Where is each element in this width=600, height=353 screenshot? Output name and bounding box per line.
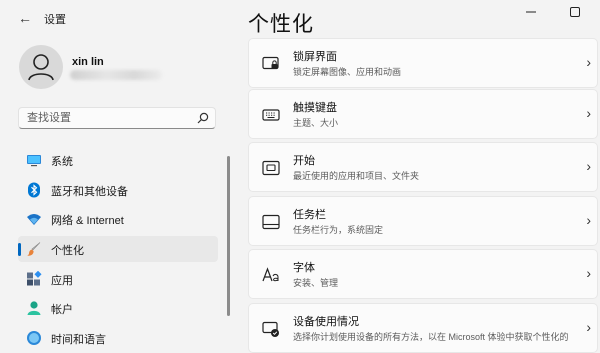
minimize-icon — [526, 11, 536, 13]
sidebar-item-label: 时间和语言 — [51, 334, 106, 346]
chevron-right-icon: › — [586, 158, 591, 174]
chevron-right-icon: › — [586, 105, 591, 121]
page-title: 个性化 — [248, 13, 314, 36]
sidebar-item-label: 个性化 — [51, 245, 84, 257]
card-description: 选择你计划使用设备的所有方法，以在 Microsoft 体验中获取个性化的 — [293, 332, 569, 342]
sidebar-item-label: 蓝牙和其他设备 — [51, 186, 128, 198]
user-name: xin lin — [72, 56, 104, 68]
chevron-right-icon: › — [586, 212, 591, 228]
settings-card-start[interactable]: 开始 最近使用的应用和项目、文件夹 › — [248, 142, 598, 192]
card-description: 锁定屏幕图像、应用和动画 — [293, 67, 402, 77]
maximize-icon — [570, 7, 580, 17]
sidebar-item-label: 帐户 — [51, 304, 73, 316]
card-description: 安装、管理 — [293, 278, 339, 288]
avatar[interactable] — [19, 45, 63, 89]
maximize-button[interactable] — [564, 4, 586, 22]
back-button[interactable]: ← — [14, 8, 36, 28]
sidebar-item-label: 系统 — [51, 156, 73, 168]
account-icon — [27, 301, 41, 315]
card-title: 触摸键盘 — [293, 102, 337, 114]
app-title: 设置 — [44, 14, 66, 26]
back-arrow-icon: ← — [18, 10, 32, 26]
taskbar-icon — [262, 214, 280, 230]
lock-screen-icon — [262, 56, 279, 70]
sidebar-item-accounts[interactable]: 帐户 — [18, 295, 218, 321]
card-description: 最近使用的应用和项目、文件夹 — [293, 171, 420, 181]
brush-icon — [27, 242, 41, 256]
minimize-button[interactable] — [520, 4, 542, 22]
sidebar-item-time-language[interactable]: 时间和语言 — [18, 325, 218, 351]
sidebar-item-network[interactable]: 网络 & Internet — [18, 206, 218, 232]
monitor-icon — [27, 155, 41, 167]
card-description: 主题、大小 — [293, 118, 339, 128]
start-icon — [262, 160, 280, 176]
globe-clock-icon — [27, 331, 41, 345]
device-usage-icon — [262, 321, 279, 337]
search-box[interactable] — [18, 107, 216, 129]
settings-card-touch-keyboard[interactable]: 触摸键盘 主题、大小 › — [248, 89, 598, 139]
sidebar-item-system[interactable]: 系统 — [18, 147, 218, 173]
card-title: 锁屏界面 — [293, 51, 337, 63]
sidebar-item-bluetooth[interactable]: 蓝牙和其他设备 — [18, 177, 218, 203]
search-icon[interactable] — [196, 111, 210, 125]
card-title: 开始 — [293, 155, 315, 167]
chevron-right-icon: › — [586, 319, 591, 335]
fonts-icon — [262, 267, 279, 282]
settings-card-lock-screen[interactable]: 锁屏界面 锁定屏幕图像、应用和动画 › — [248, 38, 598, 88]
card-title: 字体 — [293, 262, 315, 274]
card-title: 任务栏 — [293, 209, 326, 221]
settings-card-taskbar[interactable]: 任务栏 任务栏行为，系统固定 › — [248, 196, 598, 246]
settings-card-fonts[interactable]: 字体 安装、管理 › — [248, 249, 598, 299]
chevron-right-icon: › — [586, 265, 591, 281]
wifi-icon — [27, 214, 41, 225]
settings-card-device-usage[interactable]: 设备使用情况 选择你计划使用设备的所有方法，以在 Microsoft 体验中获取… — [248, 303, 598, 353]
keyboard-icon — [262, 109, 280, 121]
apps-icon — [27, 271, 42, 286]
sidebar-scrollbar[interactable] — [227, 156, 230, 316]
sidebar-item-apps[interactable]: 应用 — [18, 266, 218, 292]
search-input[interactable] — [27, 110, 187, 126]
sidebar-item-label: 网络 & Internet — [51, 215, 124, 227]
bluetooth-icon — [28, 182, 40, 198]
user-email-redacted — [70, 70, 162, 80]
person-icon — [28, 54, 54, 81]
chevron-right-icon: › — [586, 54, 591, 70]
card-title: 设备使用情况 — [293, 316, 359, 328]
selection-indicator — [18, 243, 21, 256]
sidebar-item-personalization[interactable]: 个性化 — [18, 236, 218, 262]
sidebar-item-label: 应用 — [51, 275, 73, 287]
card-description: 任务栏行为，系统固定 — [293, 225, 384, 235]
